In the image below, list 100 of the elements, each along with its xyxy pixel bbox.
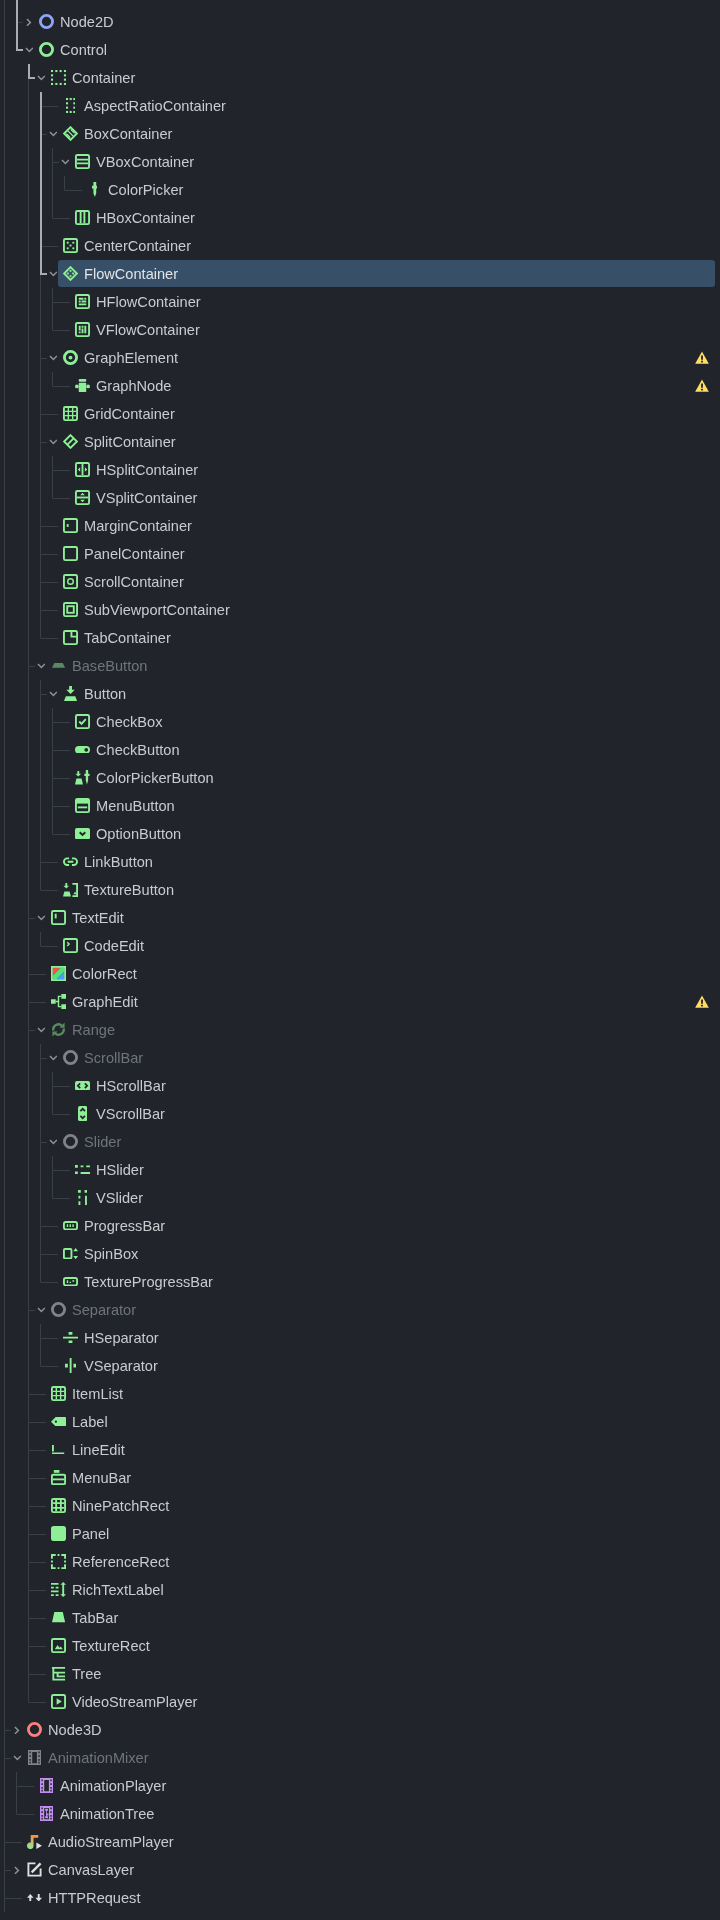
tree-item[interactable]: ReferenceRect xyxy=(46,1548,715,1575)
filled-square-icon xyxy=(51,1526,66,1541)
grid-icon xyxy=(63,406,78,421)
tree-item[interactable]: ItemList xyxy=(46,1380,715,1407)
chevron-right-icon[interactable] xyxy=(14,1725,20,1735)
tree-item[interactable]: BoxContainer xyxy=(58,120,715,147)
tree-item[interactable]: RichTextLabel xyxy=(46,1576,715,1603)
tree-item[interactable]: Label xyxy=(46,1408,715,1435)
tree-item[interactable]: TextureRect xyxy=(46,1632,715,1659)
tree-item[interactable]: NinePatchRect xyxy=(46,1492,715,1519)
chevron-right-icon[interactable] xyxy=(26,17,32,27)
menu-box-icon xyxy=(75,798,90,813)
tree-item[interactable]: HSplitContainer xyxy=(70,456,715,483)
vertical-scrollbar-icon xyxy=(77,1106,88,1121)
chevron-down-icon[interactable] xyxy=(36,915,46,921)
tree-item[interactable]: GraphEdit xyxy=(46,988,715,1015)
dotted-rectangle-icon xyxy=(65,98,76,113)
node-graph-icon xyxy=(51,994,66,1009)
tree-item[interactable]: Control xyxy=(34,36,715,63)
tree-item[interactable]: AudioStreamPlayer xyxy=(22,1828,715,1855)
dotted-square-icon xyxy=(51,70,66,85)
tree-item[interactable]: HFlowContainer xyxy=(70,288,715,315)
tree-item[interactable]: GraphNode xyxy=(70,372,715,399)
chevron-down-icon[interactable] xyxy=(48,439,58,445)
tree-item[interactable]: LineEdit xyxy=(46,1436,715,1463)
square-pen-icon xyxy=(27,1862,42,1877)
tree-item[interactable]: HTTPRequest xyxy=(22,1884,715,1911)
diamond-dots-icon xyxy=(63,266,78,281)
chevron-down-icon[interactable] xyxy=(48,271,58,277)
toggle-icon xyxy=(75,745,90,754)
tree-item[interactable]: GraphElement xyxy=(58,344,715,371)
menu-bar-icon xyxy=(51,1470,66,1485)
split-diamond-icon xyxy=(63,434,78,449)
tree-item[interactable]: SubViewportContainer xyxy=(58,596,715,623)
tree-item[interactable]: ColorPicker xyxy=(82,176,715,203)
tab-icon xyxy=(51,1612,66,1623)
square-mark-icon xyxy=(63,518,78,533)
tree-item[interactable]: CodeEdit xyxy=(58,932,715,959)
tree-item[interactable]: Node2D xyxy=(34,8,715,35)
connector-line xyxy=(16,0,24,51)
tree-item[interactable]: SplitContainer xyxy=(58,428,715,455)
chevron-down-icon[interactable] xyxy=(36,75,46,81)
tree-item[interactable]: CenterContainer xyxy=(58,232,715,259)
block-square-icon xyxy=(75,294,90,309)
tree-item[interactable]: VideoStreamPlayer xyxy=(46,1688,715,1715)
tree-item[interactable]: TabContainer xyxy=(58,624,715,651)
tree-item[interactable]: CanvasLayer xyxy=(22,1856,715,1883)
arrow-base-icon xyxy=(63,686,78,701)
tree-item[interactable]: VSplitContainer xyxy=(70,484,715,511)
ring-icon xyxy=(39,42,54,57)
tab-square-icon xyxy=(63,630,78,645)
ring-icon xyxy=(39,14,54,29)
target-icon xyxy=(63,350,78,365)
music-note-icon xyxy=(27,1834,42,1849)
chevron-down-icon[interactable] xyxy=(60,159,70,165)
block-square-icon xyxy=(75,322,90,337)
up-down-arrows-icon xyxy=(27,1893,42,1902)
tree-item[interactable]: FlowContainer xyxy=(58,260,715,287)
progress-bar-icon xyxy=(63,1276,78,1287)
vertical-bars-icon xyxy=(75,210,90,225)
tree-item[interactable]: MenuBar xyxy=(46,1464,715,1491)
prompt-square-icon xyxy=(63,938,78,953)
ring-icon xyxy=(27,1722,42,1737)
horizontal-bars-icon xyxy=(75,154,90,169)
text-lines-icon xyxy=(51,1582,66,1597)
spinbox-icon xyxy=(63,1247,78,1260)
tree-item[interactable]: ScrollContainer xyxy=(58,568,715,595)
checkbox-icon xyxy=(75,714,90,729)
ring-icon xyxy=(63,1050,78,1065)
tree-item[interactable]: AspectRatioContainer xyxy=(58,92,715,119)
square-outline-icon xyxy=(63,546,78,561)
striped-diamond-icon xyxy=(63,126,78,141)
tree-item[interactable]: HBoxContainer xyxy=(70,204,715,231)
tree-item[interactable]: Tree xyxy=(46,1660,715,1687)
vertical-separator-icon xyxy=(64,1358,77,1373)
ring-icon xyxy=(51,1302,66,1317)
split-square-icon xyxy=(75,462,90,477)
tree-item[interactable]: GridContainer xyxy=(58,400,715,427)
tree-item[interactable]: Container xyxy=(46,64,715,91)
tree-item[interactable]: VBoxContainer xyxy=(70,148,715,175)
tree-item[interactable]: TextEdit xyxy=(46,904,715,931)
tree-item[interactable]: PanelContainer xyxy=(58,540,715,567)
chevron-right-icon[interactable] xyxy=(14,1865,20,1875)
chevron-down-icon[interactable] xyxy=(24,47,34,53)
tree-item[interactable]: TabBar xyxy=(46,1604,715,1631)
chevron-down-icon[interactable] xyxy=(48,131,58,137)
tree-item[interactable]: VFlowContainer xyxy=(70,316,715,343)
vertical-slider-icon xyxy=(77,1190,88,1205)
tree-item[interactable]: ColorRect xyxy=(46,960,715,987)
tree-item[interactable]: Node3D xyxy=(22,1716,715,1743)
chevron-down-icon[interactable] xyxy=(48,355,58,361)
connector-line xyxy=(28,63,36,79)
grid-icon xyxy=(51,1498,66,1513)
film-strip-icon xyxy=(39,1778,54,1793)
tree-item[interactable]: Panel xyxy=(46,1520,715,1547)
tree-item[interactable]: MarginContainer xyxy=(58,512,715,539)
color-square-icon xyxy=(51,966,66,981)
play-square-icon xyxy=(51,1694,66,1709)
grid-icon xyxy=(51,1386,66,1401)
corner-frame-icon xyxy=(51,1554,66,1569)
